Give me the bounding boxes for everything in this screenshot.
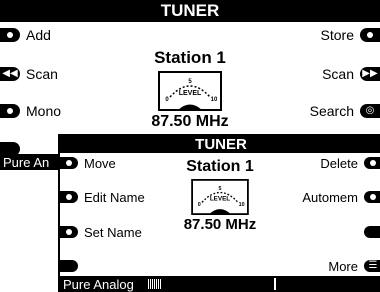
dot-icon xyxy=(60,157,78,169)
softkey-scan-back[interactable]: ◀◀ Scan xyxy=(0,65,58,83)
softkey-scan-forward[interactable]: ▶▶ Scan xyxy=(322,65,380,83)
level-meter-icon: 5 0 10 LEVEL xyxy=(191,179,249,215)
station-display: Station 1 5 0 10 LEVEL 87.50 MHz xyxy=(160,158,280,233)
signal-level-tick xyxy=(147,279,149,289)
softkey-label: Move xyxy=(84,155,116,171)
softkey-more[interactable]: ☰ More xyxy=(328,258,380,274)
meter-label: LEVEL xyxy=(210,196,230,203)
dot-icon xyxy=(364,157,380,169)
softkey-move[interactable]: Move xyxy=(60,155,116,171)
meter-max-label: 10 xyxy=(239,202,245,208)
status-label: Pure Analog xyxy=(63,276,134,292)
meter-max-label: 10 xyxy=(211,97,218,103)
signal-level-tick xyxy=(157,279,159,289)
more-icon: ☰ xyxy=(364,260,380,272)
softkey-label: Scan xyxy=(322,66,354,82)
softkey-label: Edit Name xyxy=(84,189,145,205)
status-divider xyxy=(274,278,276,290)
softkey-set-name[interactable]: Set Name xyxy=(60,224,142,240)
frequency: 87.50 MHz xyxy=(151,113,229,130)
target-icon: ◎ xyxy=(360,104,380,118)
softkey-label: Add xyxy=(26,27,51,43)
softkey-blank-right[interactable] xyxy=(358,224,380,240)
meter-min-label: 0 xyxy=(198,202,201,208)
softkey-automem[interactable]: Automem xyxy=(302,189,380,205)
dot-icon xyxy=(60,226,78,238)
blank-key-icon xyxy=(364,226,380,238)
station-name: Station 1 xyxy=(154,48,226,67)
softkey-label: Set Name xyxy=(84,224,142,240)
blank-key-icon xyxy=(60,260,78,272)
softkey-label: Mono xyxy=(26,103,62,119)
signal-level-tick xyxy=(155,279,157,289)
softkey-edit-name[interactable]: Edit Name xyxy=(60,189,145,205)
softkey-label: Store xyxy=(320,27,354,43)
softkey-store[interactable]: Store xyxy=(321,26,380,44)
signal-level-tick xyxy=(153,279,155,289)
softkey-add[interactable]: Add xyxy=(0,26,51,44)
softkey-label: Automem xyxy=(302,189,358,205)
softkey-blank-left[interactable] xyxy=(60,258,84,274)
station-name: Station 1 xyxy=(186,158,254,175)
softkey-label: More xyxy=(328,258,358,274)
signal-level-tick xyxy=(151,279,153,289)
dot-icon xyxy=(60,191,78,203)
level-meter-icon: 5 0 10 LEVEL xyxy=(158,71,222,111)
signal-level-tick xyxy=(149,279,151,289)
signal-level-bargraph xyxy=(147,279,162,289)
meter-label: LEVEL xyxy=(179,90,202,97)
softkey-label: Delete xyxy=(320,155,358,171)
tuner-screen-front: TUNER Move Edit Name Set Name Delete Aut… xyxy=(58,134,380,292)
screen-title: TUNER xyxy=(60,136,380,153)
dot-icon xyxy=(364,191,380,203)
fast-forward-icon: ▶▶ xyxy=(360,67,380,81)
softkey-label: Scan xyxy=(26,66,58,82)
signal-level-tick xyxy=(159,279,161,289)
status-label: Pure An xyxy=(3,154,50,170)
softkey-delete[interactable]: Delete xyxy=(320,155,380,171)
dot-icon xyxy=(0,28,20,42)
softkey-mono[interactable]: Mono xyxy=(0,102,61,120)
softkey-label: Search xyxy=(309,103,354,119)
screen-title: TUNER xyxy=(0,0,380,22)
dot-icon xyxy=(360,28,380,42)
frequency: 87.50 MHz xyxy=(183,216,257,233)
station-display: Station 1 5 0 10 LEVEL 87.50 MHz xyxy=(110,48,270,131)
softkey-search[interactable]: ◎ Search xyxy=(310,102,380,120)
dot-icon xyxy=(0,104,20,118)
meter-mid-label: 5 xyxy=(219,186,222,192)
rewind-icon: ◀◀ xyxy=(0,67,20,81)
